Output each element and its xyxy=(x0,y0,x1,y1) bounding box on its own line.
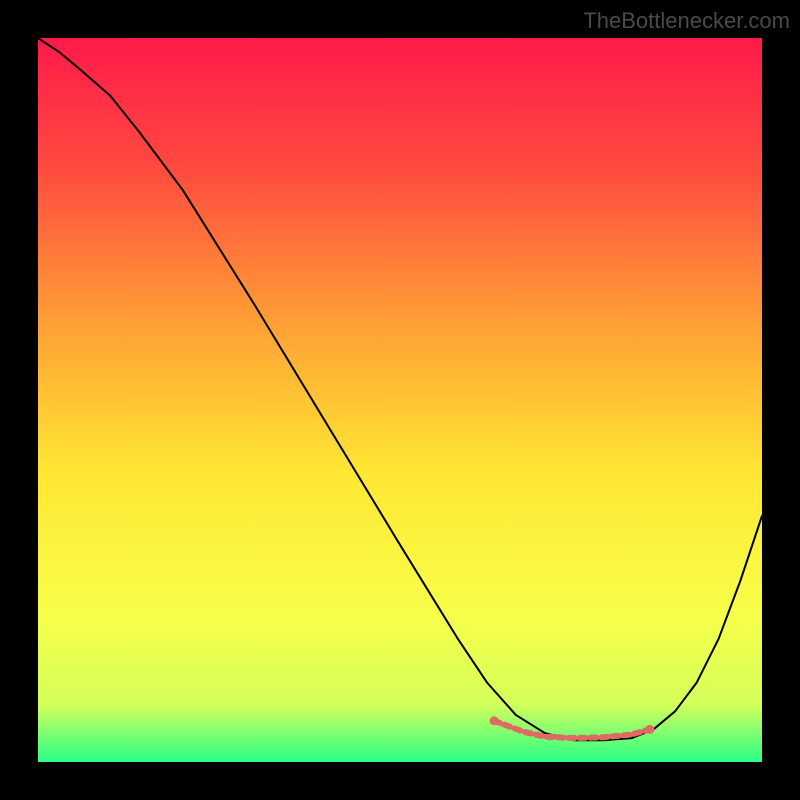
flat-zone-endcap xyxy=(645,725,654,734)
plot-area xyxy=(38,38,762,762)
bottleneck-curve xyxy=(38,38,762,740)
flat-zone-endcap xyxy=(490,716,499,725)
watermark-text: TheBottlenecker.com xyxy=(583,8,790,34)
flat-zone-marker xyxy=(494,721,650,738)
curve-layer xyxy=(38,38,762,762)
